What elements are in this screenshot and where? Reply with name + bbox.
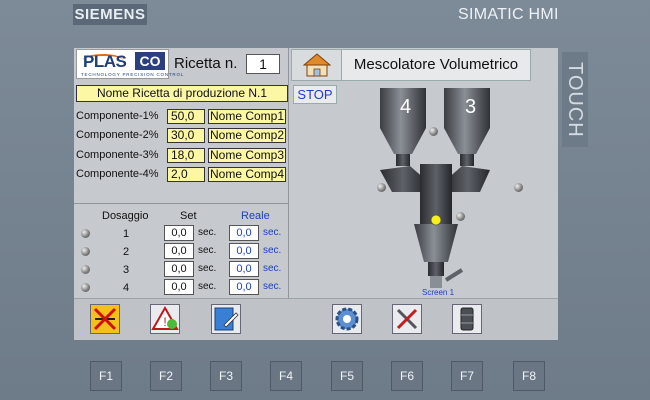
component-value-input[interactable]: 30,0 bbox=[167, 128, 205, 143]
recipe-label: Ricetta n. bbox=[174, 55, 238, 72]
component-value-input[interactable]: 50,0 bbox=[167, 109, 205, 124]
set-unit: sec. bbox=[198, 245, 217, 256]
settings-gear-button[interactable] bbox=[332, 304, 362, 334]
component-label: Componente-3% bbox=[76, 149, 159, 161]
barrel-button[interactable] bbox=[452, 304, 482, 334]
status-led bbox=[514, 183, 523, 192]
real-time-output: 0,0 bbox=[229, 261, 259, 277]
plasco-logo: PLAS CO TECHNOLOGY PRECISION CONTROL bbox=[76, 49, 183, 79]
stop-button[interactable]: STOP bbox=[293, 85, 337, 104]
status-led bbox=[81, 283, 90, 292]
f8-key[interactable]: F8 bbox=[513, 361, 545, 391]
f5-key[interactable]: F5 bbox=[331, 361, 363, 391]
recipe-number-input[interactable]: 1 bbox=[246, 54, 280, 74]
dosing-number: 1 bbox=[123, 228, 130, 240]
f7-key[interactable]: F7 bbox=[451, 361, 483, 391]
screen-label: Screen 1 bbox=[422, 288, 455, 297]
hopper-right-number: 3 bbox=[465, 96, 477, 118]
edit-document-button[interactable] bbox=[211, 304, 241, 334]
status-led bbox=[377, 183, 386, 192]
real-unit: sec. bbox=[263, 227, 282, 238]
barrel-icon bbox=[460, 307, 474, 331]
page-title: Mescolatore Volumetrico bbox=[341, 49, 531, 81]
recipe-name-field[interactable]: Nome Ricetta di produzione N.1 bbox=[76, 85, 288, 102]
set-header: Set bbox=[180, 210, 197, 222]
f1-key[interactable]: F1 bbox=[90, 361, 122, 391]
real-unit: sec. bbox=[263, 281, 282, 292]
real-time-output: 0,0 bbox=[229, 279, 259, 295]
component-label: Componente-4% bbox=[76, 168, 159, 180]
home-button[interactable] bbox=[291, 49, 343, 81]
status-led bbox=[429, 127, 438, 136]
dosing-number: 2 bbox=[123, 246, 130, 258]
dosaggio-header: Dosaggio bbox=[102, 210, 149, 222]
logo-text: PLAS bbox=[83, 52, 127, 71]
divider-vertical bbox=[288, 48, 289, 298]
svg-text:!: ! bbox=[163, 315, 166, 329]
set-unit: sec. bbox=[198, 263, 217, 274]
dosing-number: 4 bbox=[123, 282, 130, 294]
logo-box: CO bbox=[135, 52, 165, 70]
real-time-output: 0,0 bbox=[229, 225, 259, 241]
settings-gear-icon bbox=[335, 307, 359, 331]
f3-key[interactable]: F3 bbox=[210, 361, 242, 391]
real-unit: sec. bbox=[263, 263, 282, 274]
set-unit: sec. bbox=[198, 281, 217, 292]
status-led bbox=[456, 212, 465, 221]
set-time-input[interactable]: 0,0 bbox=[164, 243, 194, 259]
set-time-input[interactable]: 0,0 bbox=[164, 279, 194, 295]
no-mixing-icon bbox=[93, 307, 117, 331]
f6-key[interactable]: F6 bbox=[391, 361, 423, 391]
no-mixing-button[interactable] bbox=[90, 304, 120, 334]
set-unit: sec. bbox=[198, 227, 217, 238]
divider-horizontal bbox=[74, 203, 288, 204]
component-value-input[interactable]: 18,0 bbox=[167, 148, 205, 163]
component-label: Componente-1% bbox=[76, 110, 159, 122]
real-time-output: 0,0 bbox=[229, 243, 259, 259]
hmi-screen: PLAS CO TECHNOLOGY PRECISION CONTROL Ric… bbox=[74, 48, 558, 340]
model-label: SIMATIC HMI bbox=[458, 6, 559, 23]
brand-logo: SIEMENS bbox=[73, 4, 147, 25]
component-name-field[interactable]: Nome Comp3 bbox=[208, 148, 286, 163]
component-value-input[interactable]: 2,0 bbox=[167, 167, 205, 182]
home-icon bbox=[302, 53, 332, 77]
f4-key[interactable]: F4 bbox=[270, 361, 302, 391]
tools-button[interactable] bbox=[392, 304, 422, 334]
f2-key[interactable]: F2 bbox=[150, 361, 182, 391]
set-time-input[interactable]: 0,0 bbox=[164, 225, 194, 241]
dosing-number: 3 bbox=[123, 264, 130, 276]
component-name-field[interactable]: Nome Comp1 bbox=[208, 109, 286, 124]
reale-header: Reale bbox=[241, 210, 270, 222]
alarm-warning-button[interactable]: ! bbox=[150, 304, 180, 334]
component-name-field[interactable]: Nome Comp4 bbox=[208, 167, 286, 182]
alarm-warning-icon: ! bbox=[151, 305, 179, 330]
logo-subtitle: TECHNOLOGY PRECISION CONTROL bbox=[81, 72, 185, 77]
touch-label: TOUCH bbox=[562, 52, 588, 147]
status-led bbox=[81, 247, 90, 256]
component-name-field[interactable]: Nome Comp2 bbox=[208, 128, 286, 143]
real-unit: sec. bbox=[263, 245, 282, 256]
status-led bbox=[81, 229, 90, 238]
component-label: Componente-2% bbox=[76, 129, 159, 141]
set-time-input[interactable]: 0,0 bbox=[164, 261, 194, 277]
status-led bbox=[81, 265, 90, 274]
tools-icon bbox=[396, 308, 418, 330]
bottom-toolbar bbox=[74, 298, 558, 340]
edit-document-icon bbox=[214, 307, 239, 331]
hopper-left-number: 4 bbox=[400, 96, 412, 118]
mixer-machine-graphic bbox=[380, 88, 490, 288]
